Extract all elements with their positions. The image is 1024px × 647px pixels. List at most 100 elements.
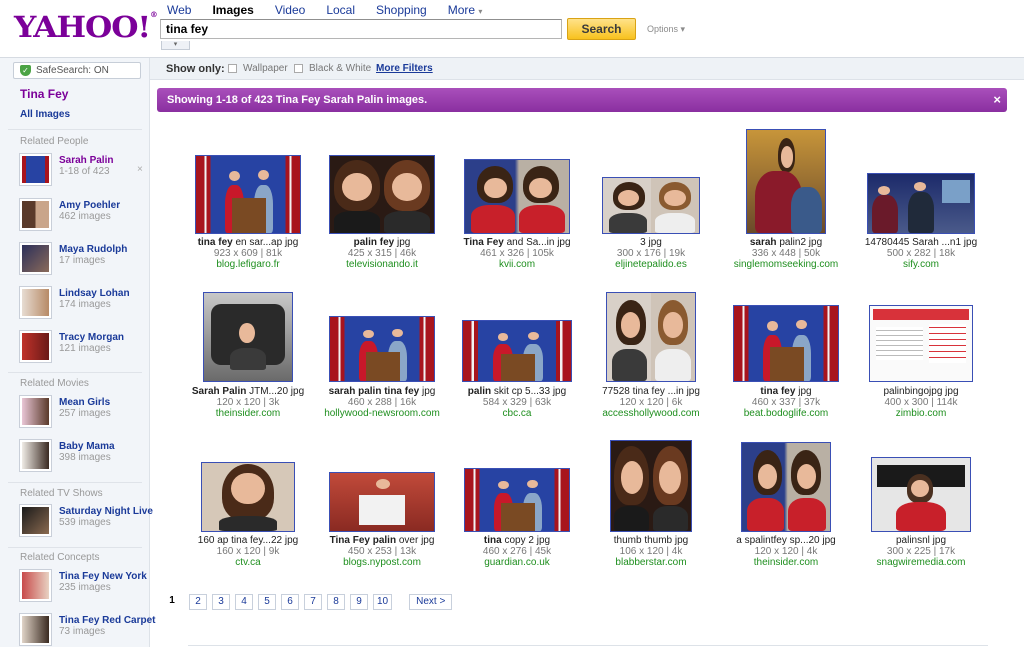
options-menu[interactable]: Options ▾ — [647, 24, 685, 35]
result-title[interactable]: palin fey jpg — [312, 237, 452, 248]
page-2[interactable]: 2 — [189, 594, 207, 610]
result-title[interactable]: sarah palin tina fey jpg — [312, 386, 452, 397]
result-source[interactable]: sify.com — [851, 259, 991, 270]
result-title[interactable]: tina copy 2 jpg — [447, 535, 587, 546]
result-thumbnail[interactable] — [733, 305, 839, 382]
result-source[interactable]: blogs.nypost.com — [312, 557, 452, 568]
result-title[interactable]: Sarah Palin JTM...20 jpg — [178, 386, 318, 397]
result-title[interactable]: a spalintfey sp...20 jpg — [716, 535, 856, 546]
all-images-link[interactable]: All Images — [20, 109, 70, 120]
tab-web[interactable]: Web — [167, 3, 191, 17]
result-title-rest: 3 jpg — [640, 237, 662, 248]
page-4[interactable]: 4 — [235, 594, 253, 610]
result-title-rest: 77528 tina fey ...in jpg — [602, 386, 700, 397]
search-assist-toggle[interactable]: ▾ — [161, 41, 190, 50]
result-source[interactable]: blog.lefigaro.fr — [178, 259, 318, 270]
result-source[interactable]: theinsider.com — [716, 557, 856, 568]
result-source[interactable]: kvii.com — [447, 259, 587, 270]
result-thumbnail[interactable] — [746, 129, 826, 234]
tab-local[interactable]: Local — [326, 3, 355, 17]
result-thumbnail[interactable] — [462, 320, 572, 382]
result-thumbnail[interactable] — [871, 457, 971, 532]
result-title[interactable]: sarah palin2 jpg — [716, 237, 856, 248]
result-source[interactable]: accesshollywood.com — [581, 408, 721, 419]
result-meta: 461 x 326 | 105k — [480, 248, 554, 259]
wallpaper-checkbox[interactable]: Wallpaper — [228, 63, 288, 74]
related-item-name: Maya Rudolph — [59, 244, 128, 255]
result-thumbnail[interactable] — [201, 462, 295, 532]
result-source[interactable]: eljinetepalido.es — [581, 259, 721, 270]
related-item-baby-mama[interactable]: Baby Mama 398 images — [19, 439, 147, 473]
close-icon[interactable]: × — [993, 88, 1001, 112]
more-filters-link[interactable]: More Filters — [376, 63, 433, 74]
result-thumbnail[interactable] — [602, 177, 700, 234]
result-source[interactable]: beat.bodoglife.com — [716, 408, 856, 419]
result-title[interactable]: thumb thumb jpg — [581, 535, 721, 546]
result-source[interactable]: hollywood-newsroom.com — [312, 408, 452, 419]
result-title[interactable]: 77528 tina fey ...in jpg — [581, 386, 721, 397]
related-item-name: Amy Poehler — [59, 200, 121, 211]
result-source[interactable]: cbc.ca — [447, 408, 587, 419]
result-thumbnail[interactable] — [329, 316, 435, 382]
search-button[interactable]: Search — [567, 18, 636, 40]
related-item-sarah-palin[interactable]: Sarah Palin 1-18 of 423 — [19, 153, 147, 187]
related-item-amy-poehler[interactable]: Amy Poehler 462 images — [19, 198, 147, 232]
result-title[interactable]: palin skit cp 5...33 jpg — [447, 386, 587, 397]
related-item-snl[interactable]: Saturday Night Live 539 images — [19, 504, 153, 538]
result-title-rest: jpg — [419, 386, 436, 397]
result-source[interactable]: blabberstar.com — [581, 557, 721, 568]
result-thumbnail[interactable] — [464, 159, 570, 234]
related-item-tina-fey-red-carpet[interactable]: Tina Fey Red Carpet 73 images — [19, 613, 156, 647]
page-1: 1 — [169, 595, 175, 606]
yahoo-logo[interactable]: YAHOO!® — [14, 10, 158, 44]
tab-video[interactable]: Video — [275, 3, 305, 17]
related-item-mean-girls[interactable]: Mean Girls 257 images — [19, 395, 147, 429]
tab-images[interactable]: Images — [212, 3, 253, 17]
result-title[interactable]: Tina Fey and Sa...in jpg — [447, 237, 587, 248]
search-input[interactable] — [160, 19, 562, 39]
result-title[interactable]: Tina Fey palin over jpg — [312, 535, 452, 546]
result-source[interactable]: ctv.ca — [178, 557, 318, 568]
result-source[interactable]: zimbio.com — [851, 408, 991, 419]
result-thumbnail[interactable] — [329, 472, 435, 532]
result-title[interactable]: 3 jpg — [581, 237, 721, 248]
result-thumbnail[interactable] — [329, 155, 435, 234]
result-title[interactable]: palinsnl jpg — [851, 535, 991, 546]
page-3[interactable]: 3 — [212, 594, 230, 610]
page-9[interactable]: 9 — [350, 594, 368, 610]
result-title[interactable]: palinbingojpg jpg — [851, 386, 991, 397]
result-thumbnail[interactable] — [610, 440, 692, 532]
tab-shopping[interactable]: Shopping — [376, 3, 427, 17]
page-7[interactable]: 7 — [304, 594, 322, 610]
result-title[interactable]: tina fey en sar...ap jpg — [178, 237, 318, 248]
result-source[interactable]: snagwiremedia.com — [851, 557, 991, 568]
result-source[interactable]: televisionando.it — [312, 259, 452, 270]
result-thumbnail[interactable] — [464, 468, 570, 532]
black-white-checkbox[interactable]: Black & White — [294, 63, 371, 74]
related-item-count: 17 images — [59, 255, 106, 266]
safesearch-toggle[interactable]: ✓ SafeSearch: ON — [13, 62, 141, 79]
result-source[interactable]: guardian.co.uk — [447, 557, 587, 568]
page-6[interactable]: 6 — [281, 594, 299, 610]
result-thumbnail[interactable] — [606, 292, 696, 382]
result-thumbnail[interactable] — [195, 155, 301, 234]
result-source[interactable]: theinsider.com — [178, 408, 318, 419]
result-thumbnail[interactable] — [741, 442, 831, 532]
page-10[interactable]: 10 — [373, 594, 393, 610]
next-page-button[interactable]: Next > — [409, 594, 453, 610]
result-title[interactable]: tina fey jpg — [716, 386, 856, 397]
related-item-tina-fey-new-york[interactable]: Tina Fey New York 235 images — [19, 569, 147, 603]
close-icon[interactable]: × — [137, 164, 143, 175]
result-thumbnail[interactable] — [867, 173, 975, 234]
page-5[interactable]: 5 — [258, 594, 276, 610]
result-title[interactable]: 14780445 Sarah ...n1 jpg — [851, 237, 991, 248]
related-item-maya-rudolph[interactable]: Maya Rudolph 17 images — [19, 242, 147, 276]
related-item-tracy-morgan[interactable]: Tracy Morgan 121 images — [19, 330, 147, 364]
result-title[interactable]: 160 ap tina fey...22 jpg — [178, 535, 318, 546]
result-source[interactable]: singlemomseeking.com — [716, 259, 856, 270]
result-thumbnail[interactable] — [203, 292, 293, 382]
page-8[interactable]: 8 — [327, 594, 345, 610]
tab-more[interactable]: More ▾ — [448, 3, 483, 17]
result-thumbnail[interactable] — [869, 305, 973, 382]
related-item-lindsay-lohan[interactable]: Lindsay Lohan 174 images — [19, 286, 147, 320]
